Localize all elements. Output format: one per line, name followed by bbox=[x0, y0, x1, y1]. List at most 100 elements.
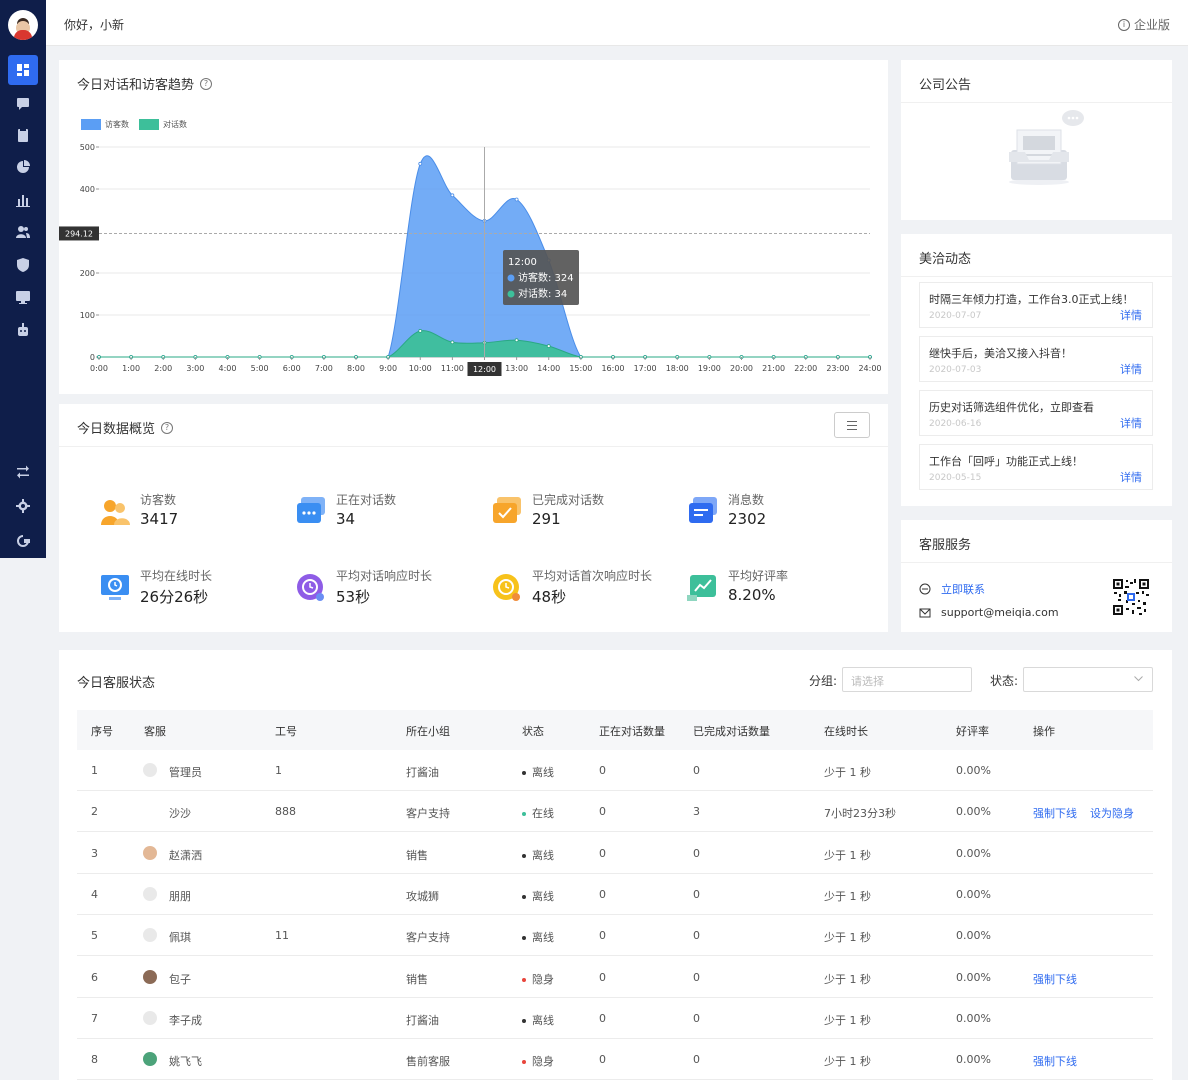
news-detail-link[interactable]: 详情 bbox=[1120, 469, 1142, 485]
data-point[interactable] bbox=[418, 161, 423, 166]
rating: 0.00% bbox=[956, 764, 991, 777]
agent-avatar bbox=[143, 1010, 157, 1025]
news-title[interactable]: 继快手后，美洽又接入抖音！ bbox=[929, 345, 1072, 361]
column-header: 操作 bbox=[1033, 725, 1055, 738]
sidebar-item-shield[interactable] bbox=[0, 250, 46, 280]
sidebar-item-monitor[interactable] bbox=[0, 282, 46, 312]
agent-name: 赵潇洒 bbox=[169, 848, 202, 862]
group-select[interactable]: 请选择 bbox=[842, 667, 972, 692]
sidebar-item-switch[interactable] bbox=[0, 457, 46, 487]
agent-state: 离线 bbox=[522, 847, 554, 863]
sidebar-item-logout[interactable] bbox=[0, 526, 46, 556]
status-dot bbox=[522, 1060, 526, 1065]
news-item: 继快手后，美洽又接入抖音！ 2020-07-03 详情 bbox=[919, 336, 1153, 382]
force-offline-button[interactable]: 强制下线 bbox=[1033, 805, 1077, 821]
data-point[interactable] bbox=[546, 344, 551, 348]
pie-chart-icon bbox=[17, 160, 30, 173]
rating: 0.00% bbox=[956, 846, 991, 860]
row-number: 3 bbox=[91, 846, 98, 860]
help-icon[interactable]: ? bbox=[161, 421, 174, 434]
sidebar-item-bar-chart[interactable] bbox=[0, 185, 46, 215]
force-offline-button[interactable]: 强制下线 bbox=[1033, 1053, 1077, 1069]
x-tick-label: 18:00 bbox=[666, 364, 689, 373]
agent-id: 888 bbox=[275, 805, 296, 819]
rating: 0.00% bbox=[956, 1053, 991, 1067]
chat-icon bbox=[17, 98, 29, 110]
x-tick-label: 20:00 bbox=[730, 364, 753, 373]
contact-link[interactable]: 立即联系 bbox=[941, 581, 985, 597]
sidebar-item-clipboard[interactable] bbox=[0, 120, 46, 150]
metric-label: 消息数 bbox=[728, 493, 765, 507]
table-row: 2 沙沙 888 客户支持 在线 0 3 7小时23分3秒 0.00% 强制下线 设为隐身 bbox=[77, 791, 1153, 833]
edition-badge[interactable]: i 企业版 bbox=[1117, 16, 1170, 33]
sidebar-item-gear[interactable] bbox=[0, 491, 46, 521]
metric-first-response: 平均对话首次响应时长 48秒 bbox=[491, 567, 681, 607]
row-number: 1 bbox=[91, 764, 98, 777]
list-view-button[interactable] bbox=[834, 412, 870, 438]
state-select[interactable] bbox=[1023, 667, 1153, 692]
column-header: 好评率 bbox=[956, 725, 989, 738]
chatting-count: 0 bbox=[599, 846, 606, 860]
legend-swatch[interactable] bbox=[139, 119, 159, 130]
trend-card: 今日对话和访客趋势 ? 访客数 对话数 0 100 200 400 500 0:00 1:00 2… bbox=[59, 60, 888, 394]
greeting-text: 你好，小新 bbox=[64, 18, 125, 32]
chatting-count: 0 bbox=[599, 887, 606, 901]
chatting-count: 0 bbox=[599, 1011, 606, 1025]
online-duration: 少于 1 秒 bbox=[824, 1055, 871, 1069]
set-invisible-button[interactable]: 设为隐身 bbox=[1090, 805, 1134, 821]
sidebar-item-pie-chart[interactable] bbox=[0, 152, 46, 182]
status-title: 今日客服状态 bbox=[77, 676, 156, 691]
news-title[interactable]: 工作台「回呼」功能正式上线！ bbox=[929, 453, 1083, 469]
agent-avatar bbox=[143, 804, 157, 819]
sidebar-item-dashboard[interactable] bbox=[0, 55, 46, 85]
legend-swatch[interactable] bbox=[81, 119, 101, 130]
agent-avatar bbox=[143, 886, 157, 901]
status-dot bbox=[522, 894, 526, 899]
force-offline-button[interactable]: 强制下线 bbox=[1033, 971, 1077, 987]
online-duration: 7小时23分3秒 bbox=[824, 807, 896, 821]
data-point[interactable] bbox=[514, 197, 519, 202]
trend-chart[interactable]: 访客数 对话数 0 100 200 400 500 0:00 1:00 2:00 3:00 4:00 5… bbox=[59, 60, 888, 394]
metric-label: 平均好评率 bbox=[728, 569, 789, 583]
chevron-down-icon bbox=[1134, 676, 1143, 682]
contact-row[interactable]: 立即联系 bbox=[919, 581, 985, 597]
sidebar bbox=[0, 0, 46, 558]
news-detail-link[interactable]: 详情 bbox=[1120, 307, 1142, 323]
sidebar-item-users[interactable] bbox=[0, 217, 46, 247]
metric-value: 26分26秒 bbox=[140, 588, 209, 606]
metric-label: 访客数 bbox=[140, 493, 177, 507]
axis-pointer-x-value: 12:00 bbox=[473, 365, 496, 374]
data-point[interactable] bbox=[514, 338, 519, 343]
data-point[interactable] bbox=[450, 340, 455, 345]
x-tick-label: 10:00 bbox=[409, 364, 432, 373]
state-text: 离线 bbox=[532, 766, 554, 779]
news-title[interactable]: 时隔三年倾力打造，工作台3.0正式上线！ bbox=[929, 291, 1134, 307]
state-text: 离线 bbox=[532, 889, 554, 903]
agent-avatar bbox=[143, 763, 157, 777]
x-tick-label: 3:00 bbox=[186, 364, 204, 373]
completed-count: 0 bbox=[693, 887, 700, 901]
first-response-icon bbox=[493, 574, 520, 601]
robot-icon bbox=[18, 323, 28, 336]
agent-group: 打酱油 bbox=[406, 1013, 439, 1027]
empty-inbox-icon bbox=[1009, 110, 1084, 185]
agent-state: 离线 bbox=[522, 888, 554, 904]
sidebar-item-robot[interactable] bbox=[0, 315, 46, 345]
divider bbox=[901, 102, 1172, 103]
message-icon bbox=[689, 497, 717, 523]
news-detail-link[interactable]: 详情 bbox=[1120, 361, 1142, 377]
state-text: 隐身 bbox=[532, 972, 554, 986]
news-detail-link[interactable]: 详情 bbox=[1120, 415, 1142, 431]
legend-label[interactable]: 访客数 bbox=[105, 119, 129, 129]
row-number: 2 bbox=[91, 805, 98, 819]
status-dot bbox=[522, 812, 526, 817]
data-point[interactable] bbox=[418, 329, 423, 333]
sidebar-item-chat[interactable] bbox=[0, 88, 46, 118]
news-title[interactable]: 历史对话筛选组件优化，立即查看 bbox=[929, 399, 1094, 415]
column-header: 所在小组 bbox=[406, 725, 450, 738]
metric-response-time: 平均对话响应时长 53秒 bbox=[295, 567, 485, 607]
legend-label[interactable]: 对话数 bbox=[163, 119, 187, 129]
data-point[interactable] bbox=[450, 193, 455, 198]
edition-label: 企业版 bbox=[1133, 18, 1170, 32]
user-avatar[interactable] bbox=[8, 10, 38, 40]
